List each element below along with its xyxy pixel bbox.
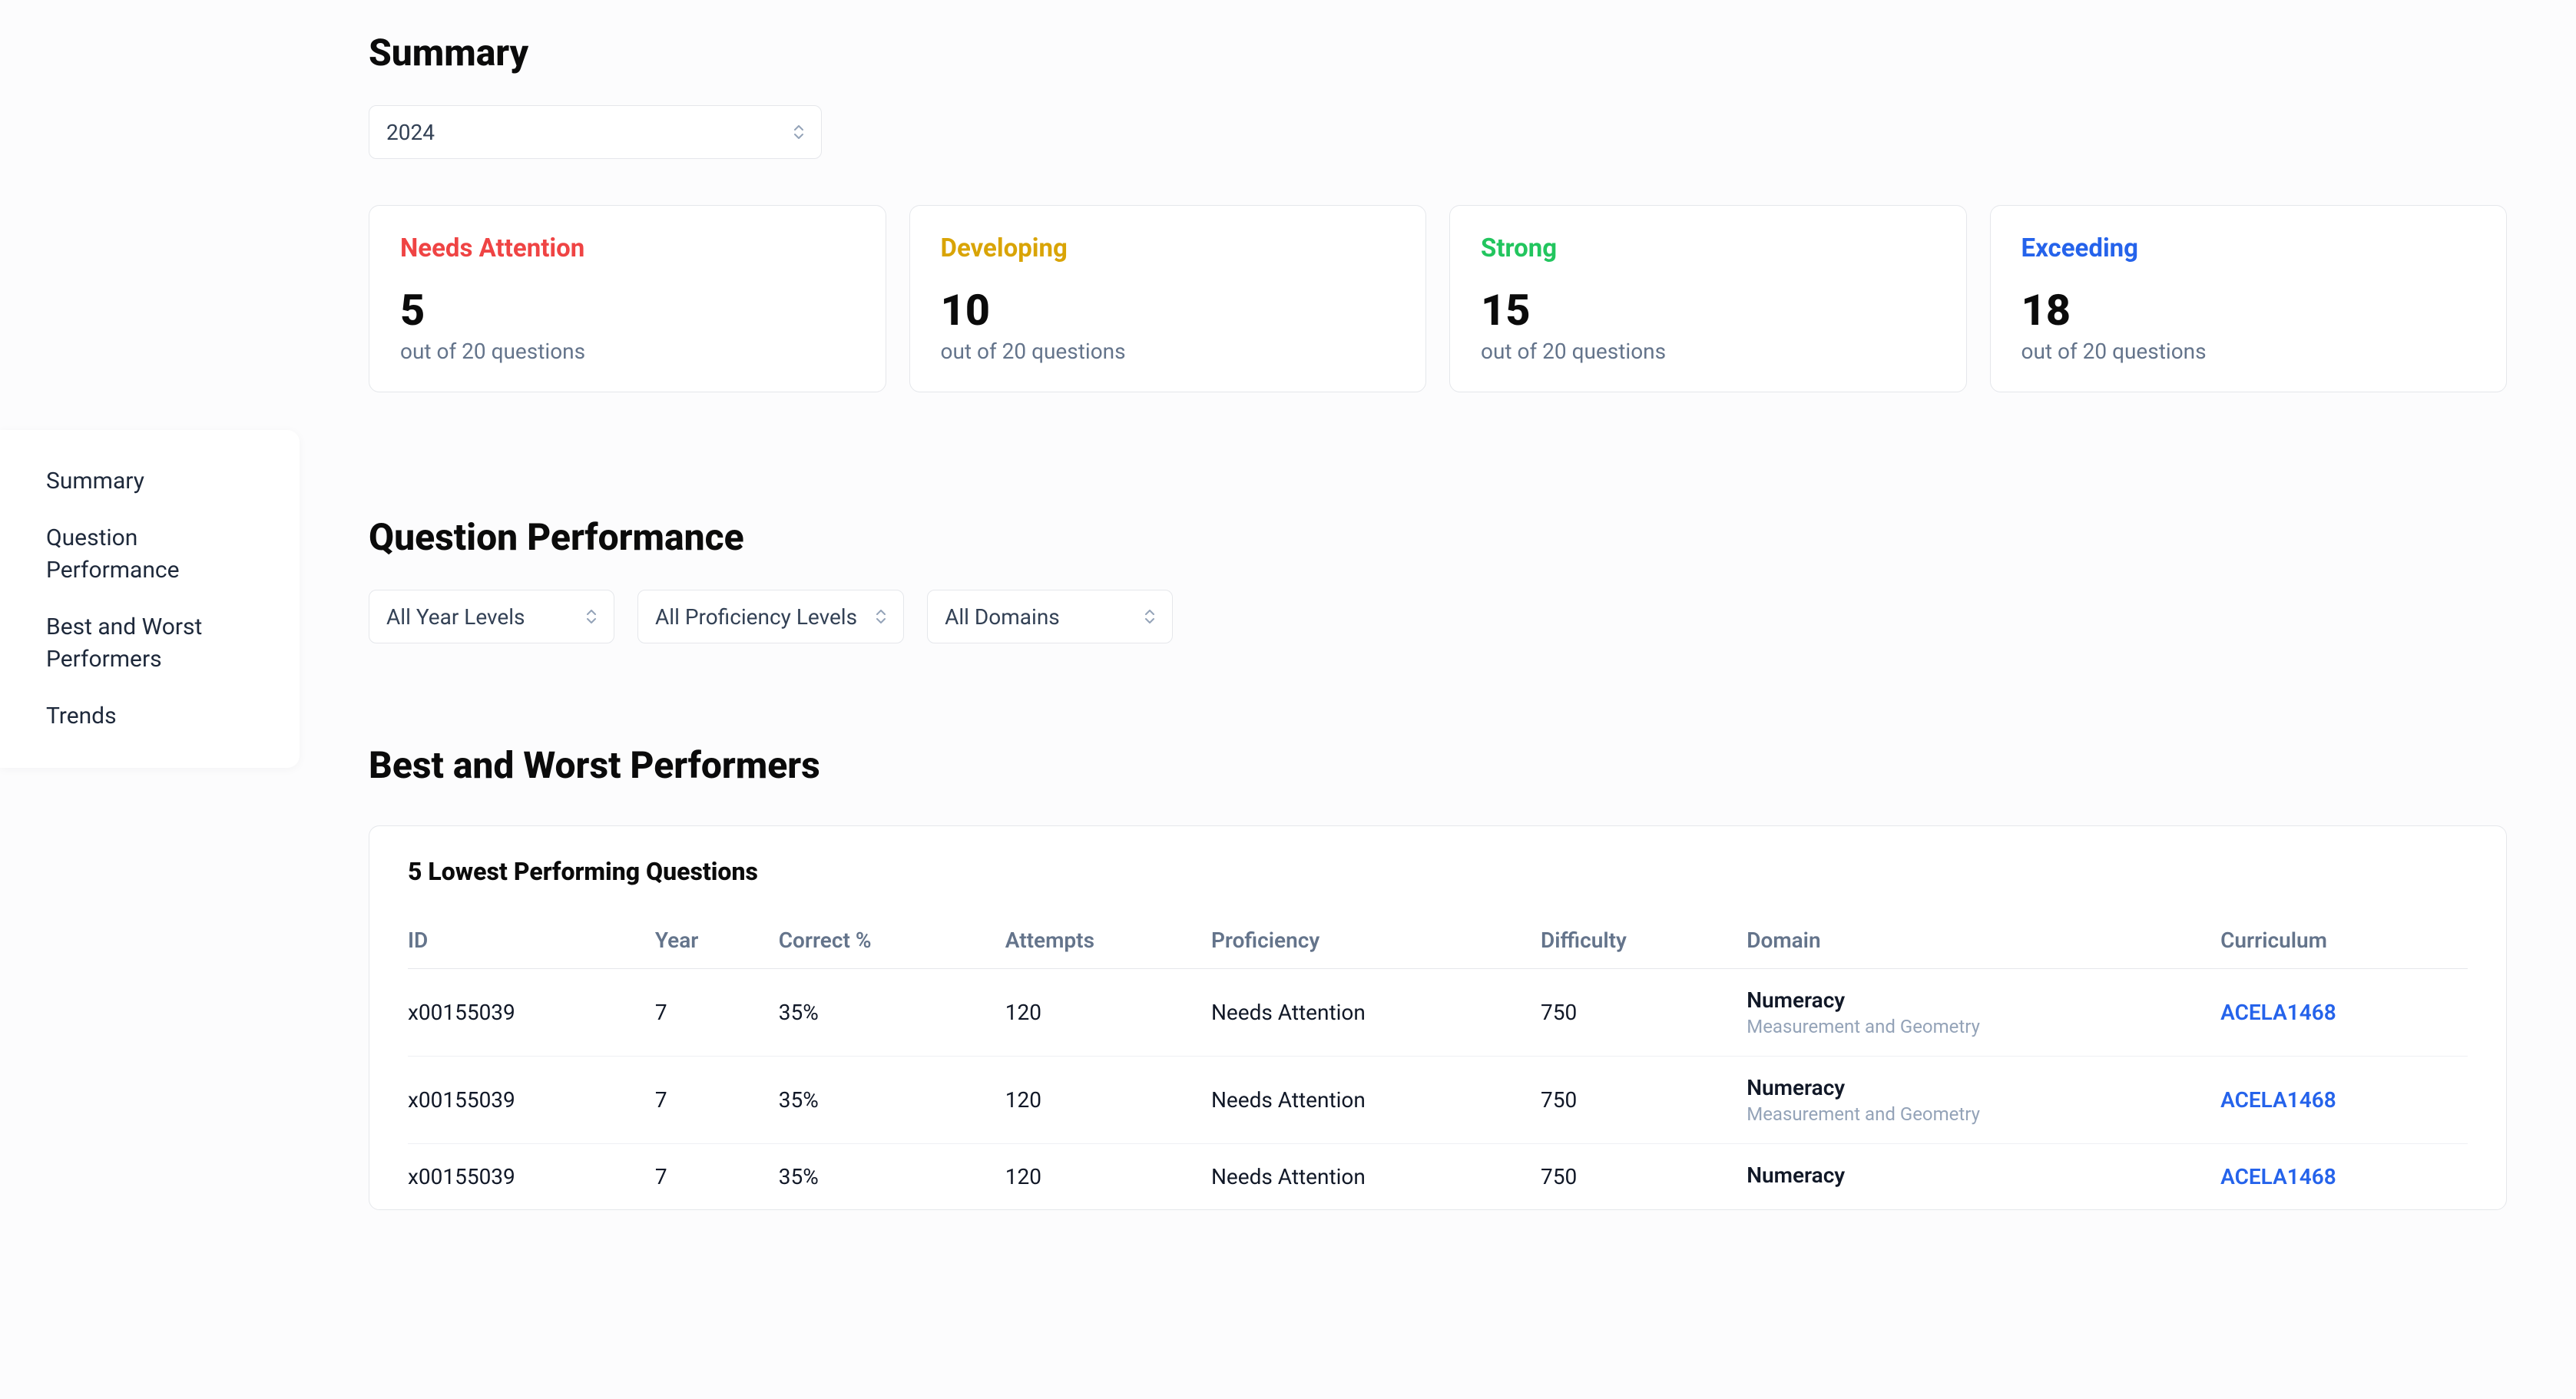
filter-row: All Year Levels All Proficiency Levels A…	[369, 590, 2507, 643]
card-value: 18	[2021, 285, 2476, 336]
year-select[interactable]: 2024	[369, 105, 822, 159]
chevron-up-down-icon	[586, 610, 597, 623]
cell-domain: Numeracy Measurement and Geometry	[1747, 969, 2220, 1057]
cell-curriculum: ACELA1468	[2220, 1057, 2468, 1144]
cell-difficulty: 750	[1541, 969, 1747, 1057]
card-needs-attention: Needs Attention 5 out of 20 questions	[369, 205, 886, 392]
col-year: Year	[655, 917, 779, 969]
card-value: 5	[400, 285, 855, 336]
table-row: x00155039 7 35% 120 Needs Attention 750 …	[408, 1057, 2468, 1144]
table-row: x00155039 7 35% 120 Needs Attention 750 …	[408, 969, 2468, 1057]
col-correct-pct: Correct %	[779, 917, 1005, 969]
curriculum-link[interactable]: ACELA1468	[2220, 1164, 2336, 1189]
chevron-up-down-icon	[793, 125, 804, 139]
domain-sub: Measurement and Geometry	[1747, 1103, 2220, 1125]
card-value: 10	[941, 285, 1396, 336]
cell-correct-pct: 35%	[779, 969, 1005, 1057]
sidebar-item-best-worst[interactable]: Best and Worst Performers	[46, 599, 253, 688]
sidebar-nav-card: Summary Question Performance Best and Wo…	[0, 430, 300, 768]
cell-difficulty: 750	[1541, 1144, 1747, 1210]
sidebar-item-trends[interactable]: Trends	[46, 688, 253, 745]
proficiency-levels-select-value: All Proficiency Levels	[655, 604, 857, 630]
lowest-performing-table: ID Year Correct % Attempts Proficiency D…	[408, 917, 2468, 1209]
summary-cards: Needs Attention 5 out of 20 questions De…	[369, 205, 2507, 392]
sidebar-item-question-performance[interactable]: Question Performance	[46, 510, 253, 599]
domain-main: Numeracy	[1747, 987, 2220, 1013]
card-exceeding: Exceeding 18 out of 20 questions	[1990, 205, 2508, 392]
cell-attempts: 120	[1005, 969, 1211, 1057]
year-select-value: 2024	[386, 120, 435, 145]
card-sub: out of 20 questions	[941, 339, 1396, 364]
card-strong: Strong 15 out of 20 questions	[1449, 205, 1967, 392]
question-performance-title: Question Performance	[369, 515, 2507, 559]
cell-year: 7	[655, 1144, 779, 1210]
main-content: Summary 2024 Needs Attention 5 out of 20…	[300, 0, 2576, 1399]
card-developing: Developing 10 out of 20 questions	[909, 205, 1427, 392]
curriculum-link[interactable]: ACELA1468	[2220, 1000, 2336, 1025]
col-curriculum: Curriculum	[2220, 917, 2468, 969]
cell-proficiency: Needs Attention	[1211, 1057, 1541, 1144]
cell-proficiency: Needs Attention	[1211, 969, 1541, 1057]
proficiency-levels-select[interactable]: All Proficiency Levels	[637, 590, 904, 643]
cell-year: 7	[655, 1057, 779, 1144]
cell-attempts: 120	[1005, 1057, 1211, 1144]
col-attempts: Attempts	[1005, 917, 1211, 969]
domains-select[interactable]: All Domains	[927, 590, 1173, 643]
domain-main: Numeracy	[1747, 1163, 2220, 1188]
cell-difficulty: 750	[1541, 1057, 1747, 1144]
cell-proficiency: Needs Attention	[1211, 1144, 1541, 1210]
cell-domain: Numeracy	[1747, 1144, 2220, 1210]
col-proficiency: Proficiency	[1211, 917, 1541, 969]
cell-correct-pct: 35%	[779, 1057, 1005, 1144]
best-worst-title: Best and Worst Performers	[369, 743, 2507, 787]
domain-sub: Measurement and Geometry	[1747, 1016, 2220, 1037]
sidebar: Summary Question Performance Best and Wo…	[0, 0, 300, 1399]
chevron-up-down-icon	[1144, 610, 1155, 623]
table-row: x00155039 7 35% 120 Needs Attention 750 …	[408, 1144, 2468, 1210]
col-difficulty: Difficulty	[1541, 917, 1747, 969]
chevron-up-down-icon	[876, 610, 886, 623]
cell-id: x00155039	[408, 1144, 655, 1210]
table-header-row: ID Year Correct % Attempts Proficiency D…	[408, 917, 2468, 969]
card-title: Developing	[941, 233, 1396, 263]
cell-year: 7	[655, 969, 779, 1057]
card-sub: out of 20 questions	[2021, 339, 2476, 364]
lowest-performing-card: 5 Lowest Performing Questions ID Year Co…	[369, 825, 2507, 1210]
card-value: 15	[1481, 285, 1935, 336]
cell-curriculum: ACELA1468	[2220, 1144, 2468, 1210]
year-levels-select-value: All Year Levels	[386, 604, 525, 630]
cell-domain: Numeracy Measurement and Geometry	[1747, 1057, 2220, 1144]
domain-main: Numeracy	[1747, 1075, 2220, 1100]
curriculum-link[interactable]: ACELA1468	[2220, 1087, 2336, 1113]
card-sub: out of 20 questions	[1481, 339, 1935, 364]
cell-curriculum: ACELA1468	[2220, 969, 2468, 1057]
domains-select-value: All Domains	[945, 604, 1060, 630]
table-card-title: 5 Lowest Performing Questions	[408, 857, 2468, 886]
sidebar-item-summary[interactable]: Summary	[46, 453, 253, 510]
year-levels-select[interactable]: All Year Levels	[369, 590, 614, 643]
card-sub: out of 20 questions	[400, 339, 855, 364]
summary-title: Summary	[369, 31, 2507, 74]
cell-correct-pct: 35%	[779, 1144, 1005, 1210]
col-domain: Domain	[1747, 917, 2220, 969]
cell-id: x00155039	[408, 969, 655, 1057]
card-title: Exceeding	[2021, 233, 2476, 263]
cell-attempts: 120	[1005, 1144, 1211, 1210]
card-title: Needs Attention	[400, 233, 855, 263]
col-id: ID	[408, 917, 655, 969]
card-title: Strong	[1481, 233, 1935, 263]
cell-id: x00155039	[408, 1057, 655, 1144]
